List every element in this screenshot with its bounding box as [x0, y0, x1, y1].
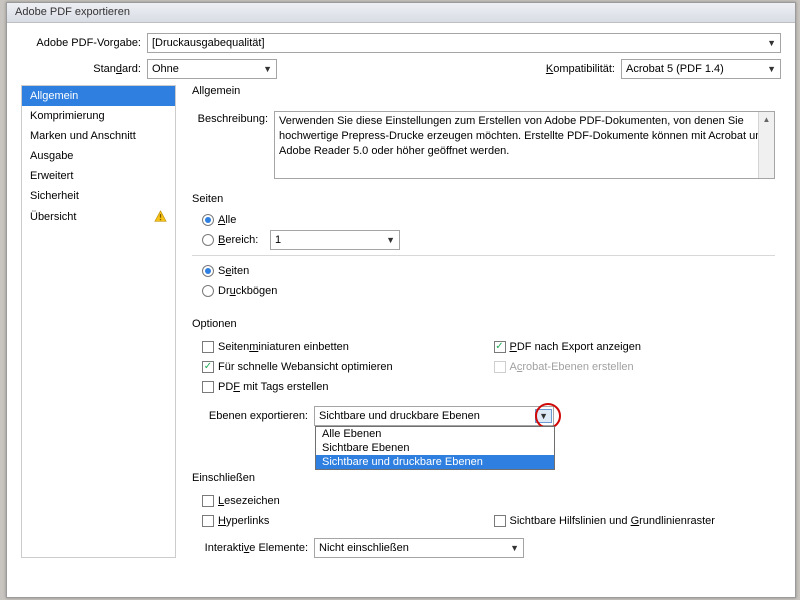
include-group-title: Einschließen	[192, 472, 775, 484]
export-layers-dropdown: Alle Ebenen Sichtbare Ebenen Sichtbare u…	[315, 426, 555, 470]
standard-combo[interactable]: Ohne ▼	[147, 59, 277, 79]
window-title: Adobe PDF exportieren	[15, 6, 130, 18]
checkbox-icon	[202, 515, 214, 527]
interactive-combo[interactable]: Nicht einschließen ▼	[314, 538, 524, 558]
description-textarea[interactable]: Verwenden Sie diese Einstellungen zum Er…	[274, 111, 775, 179]
compat-label: Kompatibilität:	[546, 63, 621, 75]
dropdown-option-visible[interactable]: Sichtbare Ebenen	[316, 441, 554, 455]
preset-label: Adobe PDF-Vorgabe:	[21, 37, 147, 49]
titlebar: Adobe PDF exportieren	[7, 3, 795, 23]
tags-checkbox[interactable]: PDF mit Tags erstellen	[202, 378, 484, 396]
scrollbar[interactable]: ▲	[758, 112, 774, 178]
chevron-down-icon: ▼	[535, 409, 552, 423]
chevron-down-icon: ▼	[386, 235, 395, 245]
viewpdf-checkbox[interactable]: ✓PDF nach Export anzeigen	[494, 338, 776, 356]
chevron-down-icon: ▼	[263, 64, 272, 74]
dropdown-option-all[interactable]: Alle Ebenen	[316, 427, 554, 441]
layers-label: Ebenen exportieren:	[192, 410, 314, 422]
warning-icon	[154, 210, 167, 223]
radio-icon	[202, 285, 214, 297]
checkbox-icon	[494, 515, 506, 527]
pages-all-radio[interactable]: Alle	[202, 211, 775, 229]
options-group-title: Optionen	[192, 318, 775, 330]
interactive-label: Interaktive Elemente:	[192, 542, 314, 554]
standard-label: Standard:	[21, 63, 147, 75]
general-panel: Allgemein Beschreibung: Verwenden Sie di…	[176, 85, 781, 558]
checkbox-icon	[202, 381, 214, 393]
sidebar-item-general[interactable]: Allgemein	[22, 86, 175, 106]
pages-range-radio[interactable]: Bereich: 1 ▼	[202, 231, 775, 249]
compat-combo[interactable]: Acrobat 5 (PDF 1.4) ▼	[621, 59, 781, 79]
checkbox-icon	[494, 361, 506, 373]
checkbox-icon	[202, 341, 214, 353]
fastweb-checkbox[interactable]: ✓Für schnelle Webansicht optimieren	[202, 358, 484, 376]
guides-checkbox[interactable]: Sichtbare Hilfslinien und Grundlinienras…	[494, 512, 776, 530]
acrobat-layers-checkbox: Acrobat-Ebenen erstellen	[494, 358, 776, 376]
pages-spreads-radio[interactable]: Druckbögen	[202, 282, 775, 300]
chevron-down-icon: ▼	[767, 64, 776, 74]
pages-group-title: Seiten	[192, 193, 775, 205]
checkbox-icon	[202, 495, 214, 507]
hyperlinks-checkbox[interactable]: Hyperlinks	[202, 512, 484, 530]
radio-icon	[202, 214, 214, 226]
bookmarks-checkbox[interactable]: Lesezeichen	[202, 492, 484, 510]
sidebar-item-marks[interactable]: Marken und Anschnitt	[22, 126, 175, 146]
export-pdf-dialog: Adobe PDF exportieren Adobe PDF-Vorgabe:…	[6, 2, 796, 598]
thumbs-checkbox[interactable]: Seitenminiaturen einbetten	[202, 338, 484, 356]
description-label: Beschreibung:	[192, 111, 274, 125]
sidebar-item-output[interactable]: Ausgabe	[22, 146, 175, 166]
sidebar-item-compression[interactable]: Komprimierung	[22, 106, 175, 126]
checkbox-icon: ✓	[202, 361, 214, 373]
chevron-down-icon: ▼	[510, 543, 519, 553]
pages-pages-radio[interactable]: Seiten	[202, 262, 775, 280]
chevron-down-icon: ▼	[767, 38, 776, 48]
range-combo[interactable]: 1 ▼	[270, 230, 400, 250]
pdf-preset-combo[interactable]: [Druckausgabequalität] ▼	[147, 33, 781, 53]
radio-icon	[202, 234, 214, 246]
dropdown-option-visible-printable[interactable]: Sichtbare und druckbare Ebenen	[316, 455, 554, 469]
sidebar-item-summary[interactable]: Übersicht	[22, 206, 175, 227]
sidebar-item-security[interactable]: Sicherheit	[22, 186, 175, 206]
panel-heading: Allgemein	[192, 85, 775, 97]
category-sidebar: Allgemein Komprimierung Marken und Ansch…	[21, 85, 176, 558]
radio-icon	[202, 265, 214, 277]
sidebar-item-advanced[interactable]: Erweitert	[22, 166, 175, 186]
export-layers-combo[interactable]: Sichtbare und druckbare Ebenen ▼ Alle Eb…	[314, 406, 554, 426]
checkbox-icon: ✓	[494, 341, 506, 353]
